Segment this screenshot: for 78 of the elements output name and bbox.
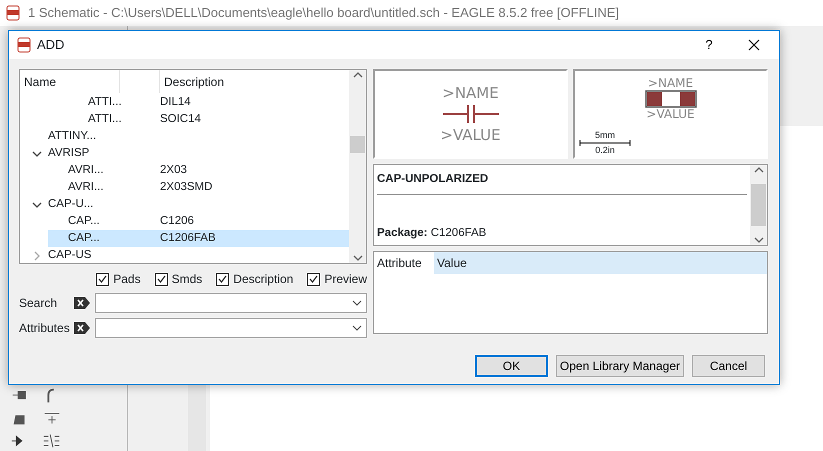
tree-row[interactable]: ATTI... SOIC14 [20,111,349,128]
symbol-name-label: >NAME [442,82,499,104]
column-header[interactable]: Name [20,70,120,93]
field-label: Attributes [19,320,71,337]
checkmark-icon [98,275,108,283]
tree-item-name: CAP... [68,214,100,229]
scrollbar-thumb[interactable] [751,184,766,226]
checkmark-icon [218,275,228,283]
app-icon [17,37,31,53]
tree-item-name: CAP... [68,230,100,246]
dialog-button[interactable]: OK [474,355,548,377]
scroll-up-icon[interactable] [754,165,764,175]
tree-row[interactable]: CAP... C1206FAB [48,230,349,247]
scale-bar-icon [579,140,631,146]
tree-row[interactable]: AVRISP [20,145,349,162]
scroll-down-icon[interactable] [754,235,764,245]
smd-footprint-icon [644,90,696,108]
column-header[interactable]: Description [160,70,349,93]
tree-row[interactable]: ATTINY... [20,128,349,145]
tree-row[interactable]: CAP... C1206 [20,213,349,230]
close-icon[interactable] [747,38,761,52]
app-icon [6,5,20,21]
scrollbar-thumb[interactable] [350,136,365,153]
help-button[interactable]: ? [699,35,719,55]
tree-row[interactable]: CAP-U... [20,196,349,213]
checkbox[interactable] [216,272,230,286]
tree-item-name: AVRI... [68,162,104,178]
tree-item-description: 2X03 [160,162,187,178]
dropdown-icon[interactable] [352,324,362,332]
scroll-down-icon[interactable] [352,253,362,263]
tree-row[interactable]: AVRI... 2X03 [20,162,349,179]
checkmark-icon [309,275,318,283]
tree-item-name: AVRI... [68,180,104,195]
tree-item-description: C1206FAB [160,230,216,246]
tree-item-name: AVRISP [48,146,90,161]
checkbox[interactable] [307,272,320,286]
dropdown-icon[interactable] [352,299,362,307]
tree-item-name: CAP-U... [48,196,94,212]
package-text: Package: C1206FAB [377,226,488,241]
tree-item-description: C1206 [160,214,194,229]
tree-item-name: ATTI... [88,94,122,110]
window-title: 1 Schematic - C:\Users\DELL\Documents\eagle\hello board\untitled.sch - EAGLE 8.5.2 free [OFFLINE] [28,4,620,22]
combo-field[interactable] [95,293,367,313]
tree-row[interactable]: AVRI... 2X03SMD [20,179,349,196]
checkbox[interactable] [154,272,168,286]
tree-item-description: DIL14 [160,94,191,110]
capacitor-symbol-icon [442,104,498,124]
tree-row[interactable]: CAP-US [20,247,349,263]
dialog-button[interactable]: Open Library Manager [556,355,684,377]
tree-item-description: 2X03SMD [160,180,212,195]
column-header[interactable]: Attribute [374,252,434,274]
part-title: CAP-UNPOLARIZED [377,165,747,196]
combo-field[interactable] [95,318,367,338]
tree-item-name: ATTI... [88,112,122,127]
checkbox-label: Pads [113,271,141,288]
scroll-up-icon[interactable] [352,70,362,80]
package-name-label: >NAME [648,77,694,90]
dialog-button[interactable]: Cancel [692,355,765,377]
checkmark-icon [156,275,166,283]
package-value-label: >VALUE [646,108,695,121]
symbol-value-label: >VALUE [440,125,501,146]
checkbox-label: Smds [172,271,202,288]
field-label: Search [19,295,58,312]
tree-item-name: CAP-US [48,248,92,263]
checkbox[interactable] [96,272,110,286]
chevron-down-icon[interactable] [32,148,42,158]
scale-label: 5mm [595,131,615,140]
tree-item-name: ATTINY... [48,128,96,144]
clear-icon[interactable] [73,321,91,335]
chevron-down-icon[interactable] [32,200,42,210]
tree-item-description: SOIC14 [160,112,201,127]
dialog-title: ADD [37,36,66,54]
tree-row[interactable]: ATTI... DIL14 [20,94,349,111]
scale-label: 0.2in [595,146,615,155]
clear-icon[interactable] [73,296,91,310]
checkbox-label: Description [233,271,294,288]
checkbox-label: Preview [324,271,367,288]
column-header[interactable]: Value [434,252,767,274]
